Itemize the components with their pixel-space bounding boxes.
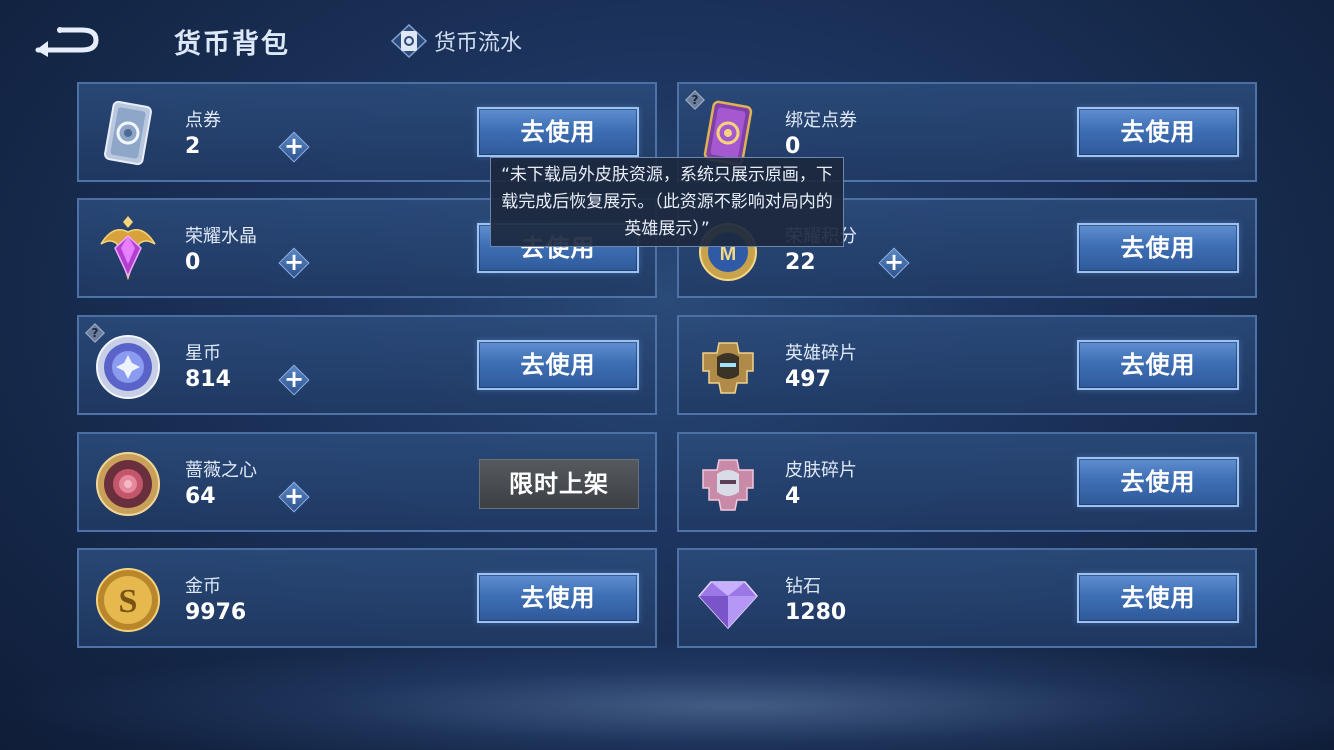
voucher-card-icon xyxy=(104,100,152,166)
currency-name: 星币 xyxy=(185,343,221,364)
plus-icon: + xyxy=(283,248,305,276)
plus-icon: + xyxy=(883,248,905,276)
limited-time-badge: 限时上架 xyxy=(479,459,639,509)
use-skin-fragment-button[interactable]: 去使用 xyxy=(1077,457,1239,507)
currency-name: 荣耀水晶 xyxy=(185,226,257,247)
svg-text:S: S xyxy=(119,583,138,620)
currency-amount: 814 xyxy=(185,367,231,392)
currency-amount: 1280 xyxy=(785,600,847,625)
currency-amount: 0 xyxy=(785,134,801,159)
use-bound-voucher-button[interactable]: 去使用 xyxy=(1077,107,1239,157)
currency-amount: 497 xyxy=(785,367,831,392)
use-diamond-button[interactable]: 去使用 xyxy=(1077,573,1239,623)
currency-amount: 4 xyxy=(785,484,801,509)
add-glory-points-button[interactable]: + xyxy=(878,247,910,279)
diamond-icon xyxy=(698,581,758,630)
gold-coin-icon: S xyxy=(96,568,160,632)
add-voucher-button[interactable]: + xyxy=(278,131,310,163)
add-rose-heart-button[interactable]: + xyxy=(278,481,310,513)
star-coin-icon xyxy=(96,335,160,399)
currency-card-rose-heart: 蔷薇之心 64 + 限时上架 xyxy=(77,432,657,532)
resource-download-tooltip: “未下载局外皮肤资源，系统只展示原画，下载完成后恢复展示。（此资源不影响对局内的… xyxy=(490,157,844,247)
currency-card-star-coin: ? 星币 814 + 去使用 xyxy=(77,315,657,415)
skin-fragment-icon xyxy=(702,459,754,511)
plus-icon: + xyxy=(283,365,305,393)
tab-currency-flow-label: 货币流水 xyxy=(434,31,523,56)
use-glory-points-button[interactable]: 去使用 xyxy=(1077,223,1239,273)
currency-amount: 0 xyxy=(185,250,201,275)
currency-name: 钻石 xyxy=(785,576,821,597)
currency-amount: 64 xyxy=(185,484,216,509)
hero-fragment-icon xyxy=(702,342,754,394)
currency-amount: 22 xyxy=(785,250,816,275)
currency-name: 蔷薇之心 xyxy=(185,460,257,481)
currency-name: 金币 xyxy=(185,576,221,597)
rose-heart-icon xyxy=(96,452,160,516)
back-button[interactable] xyxy=(30,22,102,58)
currency-card-diamond: 钻石 1280 去使用 xyxy=(677,548,1257,648)
use-voucher-button[interactable]: 去使用 xyxy=(477,107,639,157)
add-glory-crystal-button[interactable]: + xyxy=(278,247,310,279)
currency-flow-icon xyxy=(390,24,428,58)
tab-currency-flow[interactable]: 货币流水 xyxy=(390,24,522,58)
currency-name: 点券 xyxy=(185,110,221,131)
currency-amount: 9976 xyxy=(185,600,247,625)
background-glow xyxy=(0,640,1334,750)
currency-card-gold-coin: S 金币 9976 去使用 xyxy=(77,548,657,648)
use-hero-fragment-button[interactable]: 去使用 xyxy=(1077,340,1239,390)
add-star-coin-button[interactable]: + xyxy=(278,364,310,396)
currency-name: 英雄碎片 xyxy=(785,343,857,364)
page-title: 货币背包 xyxy=(174,29,290,60)
back-arrow-icon xyxy=(35,27,99,57)
currency-card-hero-fragment: 英雄碎片 497 去使用 xyxy=(677,315,1257,415)
currency-card-skin-fragment: 皮肤碎片 4 去使用 xyxy=(677,432,1257,532)
plus-icon: + xyxy=(283,132,305,160)
currency-amount: 2 xyxy=(185,134,201,159)
currency-name: 皮肤碎片 xyxy=(785,460,857,481)
plus-icon: + xyxy=(283,482,305,510)
use-gold-coin-button[interactable]: 去使用 xyxy=(477,573,639,623)
use-star-coin-button[interactable]: 去使用 xyxy=(477,340,639,390)
glory-crystal-icon xyxy=(100,216,156,281)
currency-name: 绑定点券 xyxy=(785,110,857,131)
